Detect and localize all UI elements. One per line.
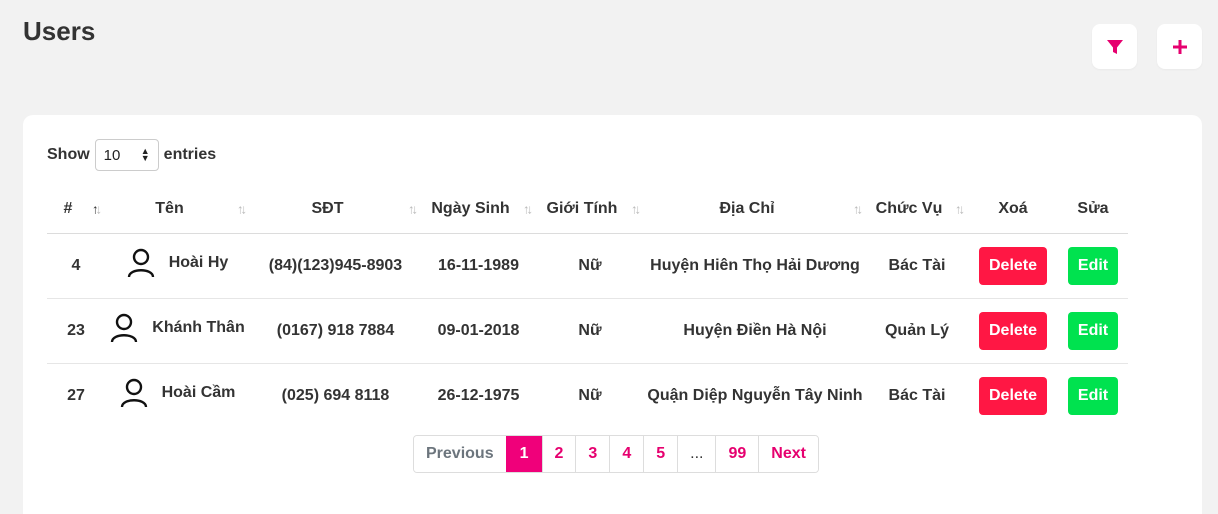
cell-edit: Edit bbox=[1058, 298, 1128, 364]
column-header-address[interactable]: Địa Chỉ ↑↓ bbox=[644, 185, 866, 234]
entries-select-value: 10 bbox=[103, 146, 121, 164]
add-user-button[interactable] bbox=[1157, 24, 1202, 69]
cell-phone: (0167) 918 7884 bbox=[250, 298, 421, 364]
column-header-name[interactable]: Tên ↑↓ bbox=[105, 185, 250, 234]
cell-role: Bác Tài bbox=[866, 233, 968, 299]
cell-address: Quận Diệp Nguyễn Tây Ninh bbox=[647, 386, 863, 404]
pagination-previous[interactable]: Previous bbox=[414, 436, 506, 472]
delete-button[interactable]: Delete bbox=[978, 246, 1048, 285]
cell-gender: Nữ bbox=[536, 233, 644, 299]
cell-edit: Edit bbox=[1058, 233, 1128, 299]
cell-dob: 09-01-2018 bbox=[421, 298, 536, 364]
pagination-next[interactable]: Next bbox=[758, 436, 818, 472]
pagination-page-3[interactable]: 3 bbox=[575, 436, 610, 472]
users-table: # ↑↓ Tên ↑↓ SĐT ↑↓ Ngày Sinh ↑↓ Giới Tính ↑↓ … bbox=[47, 185, 1128, 428]
column-header-dob[interactable]: Ngày Sinh ↑↓ bbox=[421, 185, 536, 234]
entries-control: Show 10 ▲ ▼ entries bbox=[47, 139, 216, 171]
filter-icon bbox=[1106, 39, 1123, 54]
user-name: Hoài Cầm bbox=[161, 384, 236, 402]
user-avatar-icon bbox=[120, 379, 147, 408]
user-avatar-icon bbox=[111, 313, 138, 343]
show-label: Show bbox=[47, 146, 90, 163]
pagination-page-5[interactable]: 5 bbox=[643, 436, 678, 472]
cell-id: 4 bbox=[47, 233, 105, 299]
sort-icon: ↑↓ bbox=[631, 201, 641, 217]
cell-name: Hoài Hy bbox=[105, 233, 250, 299]
column-header-gender[interactable]: Giới Tính ↑↓ bbox=[536, 185, 644, 234]
cell-phone: (84)(123)945-8903 bbox=[250, 233, 421, 299]
cell-phone: (025) 694 8118 bbox=[281, 386, 390, 404]
sort-icon: ↑↓ bbox=[408, 201, 418, 217]
entries-label: entries bbox=[163, 146, 217, 163]
table-header-row: # ↑↓ Tên ↑↓ SĐT ↑↓ Ngày Sinh ↑↓ Giới Tính ↑↓ … bbox=[47, 185, 1128, 234]
column-header-phone[interactable]: SĐT ↑↓ bbox=[250, 185, 421, 234]
table-row: 27 Hoài Cầm (025) 694 8118 26-12-1975 Nữ… bbox=[47, 363, 1128, 428]
edit-button[interactable]: Edit bbox=[1067, 246, 1119, 285]
user-avatar-icon bbox=[127, 248, 154, 278]
cell-address: Huyện Điền Hà Nội bbox=[644, 298, 866, 364]
table-row: 4 Hoài Hy (84)(123)945-8903 16-11-1989 N… bbox=[47, 233, 1128, 299]
cell-id: 27 bbox=[67, 386, 85, 404]
entries-select[interactable]: 10 ▲ ▼ bbox=[94, 139, 159, 171]
user-name: Hoài Hy bbox=[168, 254, 229, 271]
column-header-role[interactable]: Chức Vụ ↑↓ bbox=[866, 185, 968, 234]
column-header-delete: Xoá bbox=[968, 185, 1058, 234]
cell-role: Quản Lý bbox=[866, 298, 968, 364]
cell-delete: Delete bbox=[968, 233, 1058, 299]
pagination-page-2[interactable]: 2 bbox=[541, 436, 576, 472]
cell-dob: 26-12-1975 bbox=[437, 386, 520, 404]
delete-button[interactable]: Delete bbox=[978, 376, 1048, 415]
cell-id: 23 bbox=[47, 298, 105, 364]
cell-dob: 16-11-1989 bbox=[421, 233, 536, 299]
sort-icon: ↑↓ bbox=[237, 201, 247, 217]
table-row: 23 Khánh Thân (0167) 918 7884 09-01-2018… bbox=[47, 298, 1128, 364]
sort-icon: ↑↓ bbox=[955, 201, 965, 217]
cell-name: Hoài Cầm bbox=[105, 363, 250, 428]
cell-delete: Delete bbox=[968, 298, 1058, 364]
cell-gender: Nữ bbox=[578, 386, 602, 404]
edit-button[interactable]: Edit bbox=[1067, 376, 1119, 415]
pagination-page-1[interactable]: 1 bbox=[505, 436, 542, 472]
pagination-page-4[interactable]: 4 bbox=[609, 436, 644, 472]
cell-gender: Nữ bbox=[536, 298, 644, 364]
cell-name: Khánh Thân bbox=[105, 298, 250, 364]
plus-icon bbox=[1172, 39, 1187, 54]
pagination-page-99[interactable]: 99 bbox=[715, 436, 759, 472]
sort-icon: ↑↓ bbox=[853, 201, 863, 217]
user-name: Khánh Thân bbox=[152, 319, 245, 336]
pagination-ellipsis: ... bbox=[677, 436, 716, 472]
column-header-id[interactable]: # ↑↓ bbox=[47, 185, 105, 234]
users-card: Show 10 ▲ ▼ entries # ↑↓ Tên ↑↓ SĐT ↑↓ Ngày … bbox=[23, 115, 1202, 514]
cell-role: Bác Tài bbox=[888, 386, 946, 404]
cell-address: Huyện Hiên Thọ Hải Dương bbox=[644, 233, 866, 299]
pagination: Previous 1 2 3 4 5 ... 99 Next bbox=[413, 435, 819, 473]
cell-edit: Edit bbox=[1058, 363, 1128, 428]
edit-button[interactable]: Edit bbox=[1067, 311, 1119, 350]
sort-icon: ↑↓ bbox=[92, 201, 102, 217]
sort-icon: ↑↓ bbox=[523, 201, 533, 217]
select-arrows-icon: ▲ ▼ bbox=[140, 146, 150, 163]
cell-delete: Delete bbox=[968, 363, 1058, 428]
filter-button[interactable] bbox=[1092, 24, 1137, 69]
delete-button[interactable]: Delete bbox=[978, 311, 1048, 350]
page-title: Users bbox=[23, 16, 96, 46]
column-header-edit: Sửa bbox=[1058, 185, 1128, 234]
